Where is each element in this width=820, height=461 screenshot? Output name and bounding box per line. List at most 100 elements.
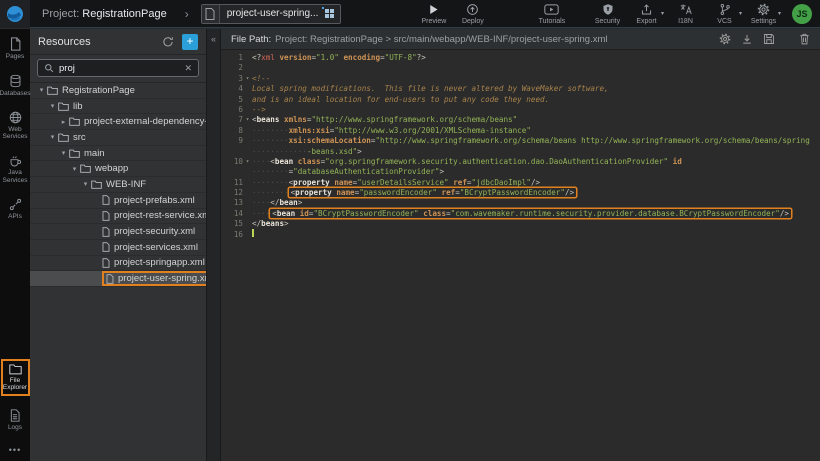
line-number: 15 [221,219,243,229]
security-button[interactable]: Security [591,3,624,25]
code-line[interactable]: 3▾<!-- [221,74,820,84]
code-text [252,229,254,241]
code-line[interactable]: 13····</bean> [221,198,820,208]
file-actions [719,33,810,45]
open-file-tab[interactable]: project-user-spring... [201,4,342,24]
code-text: ········="databaseAuthenticationProvider… [252,167,444,177]
fold-arrow-icon[interactable]: ▾ [243,157,252,167]
code-text: <?xml version="1.0" encoding="UTF-8"?> [252,53,426,63]
save-icon[interactable] [763,33,775,45]
folder-icon [69,117,80,126]
code-line[interactable]: 6--> [221,105,820,115]
code-line[interactable]: 12········<property name="passwordEncode… [221,188,820,198]
folder-icon [58,102,69,111]
export-button[interactable]: ▾ Export [630,3,663,25]
tree-item-label: project-security.xml [114,226,195,237]
sidebar-item-file-explorer[interactable]: File Explorer [1,359,30,397]
tree-item[interactable]: ▾webapp [30,161,206,177]
sidebar-item-databases[interactable]: Databases [0,74,30,98]
sidebar-item-apis[interactable]: APIs [0,198,30,221]
sidebar-item-java-services[interactable]: Java Services [0,154,30,185]
tree-item[interactable]: project-rest-service.xml [30,209,206,225]
file-icon [102,227,110,237]
file-path-prefix: File Path: [231,34,271,45]
fold-arrow-icon[interactable]: ▾ [243,115,252,125]
code-line[interactable]: 15</beans> [221,219,820,229]
code-line[interactable]: 7▾<beans xmlns="http://www.springframewo… [221,115,820,125]
folder-icon [91,180,102,189]
code-line[interactable]: ········="databaseAuthenticationProvider… [221,167,820,177]
expand-arrow-icon[interactable]: ▾ [47,102,58,110]
editor-settings-gear-icon[interactable] [719,33,731,45]
download-icon[interactable] [741,33,753,45]
code-text: --> [252,105,266,115]
tutorials-button[interactable]: Tutorials [535,3,568,25]
project-breadcrumb: Project:RegistrationPage [42,8,167,20]
tree-item[interactable]: project-user-spring.xml [30,271,206,287]
clear-search-icon[interactable]: ✕ [184,63,192,74]
fold-arrow-icon[interactable]: ▾ [243,74,252,84]
refresh-icon[interactable] [162,36,174,48]
expand-arrow-icon[interactable]: ▾ [58,149,69,157]
expand-arrow-icon[interactable]: ▾ [69,165,80,173]
code-line[interactable]: 2 [221,63,820,73]
code-text: ············-beans.xsd"> [252,147,362,157]
more-menu-button[interactable]: ••• [9,445,21,455]
database-icon [9,74,22,88]
tree-item[interactable]: project-security.xml [30,224,206,240]
code-line[interactable]: 4Local spring modifications. This file i… [221,84,820,94]
preview-button[interactable]: Preview [417,3,450,25]
deploy-button[interactable]: Deploy [456,3,489,25]
sidebar-item-web-services[interactable]: Web Services [0,111,30,142]
file-icon [102,195,110,205]
user-avatar[interactable]: JS [792,4,812,24]
code-line[interactable]: 5and is an ideal location for end-users … [221,95,820,105]
tree-item-label: project-springapp.xml [114,257,205,268]
tree-item[interactable]: ▾ main [30,146,206,162]
tree-item[interactable]: project-prefabs.xml [30,193,206,209]
tree-item[interactable]: ▾WEB-INF [30,177,206,193]
settings-button[interactable]: ▾ Settings [747,3,780,25]
code-text: ····</bean> [252,198,302,208]
tab-label: project-user-spring... [220,8,326,19]
tree-item[interactable]: ▾ RegistrationPage [30,83,206,99]
grid-icon[interactable] [325,9,334,18]
export-icon [640,3,653,16]
tree-item[interactable]: project-services.xml [30,240,206,256]
tree-item-label: project-rest-service.xml [114,210,206,221]
i18n-button[interactable]: I18N [669,3,702,25]
tree-item-label: main [84,148,105,159]
sidebar-item-logs[interactable]: Logs [0,409,30,432]
tree-item-label: RegistrationPage [62,85,135,96]
folder-icon [47,86,58,95]
code-line[interactable]: 14····<bean id="BCryptPasswordEncoder" c… [221,209,820,219]
app-logo[interactable] [0,0,30,28]
code-line[interactable]: 9········xsi:schemaLocation="http://www.… [221,136,820,146]
code-text: ········<property name="userDetailsServi… [252,178,540,188]
collapse-arrow-icon[interactable]: ▸ [58,118,69,126]
tree-item[interactable]: ▾lib [30,99,206,115]
expand-arrow-icon[interactable]: ▾ [36,86,47,94]
sidebar-item-pages[interactable]: Pages [0,37,30,61]
tree-item[interactable]: ▸project-external-dependency-jars [30,114,206,130]
expand-arrow-icon[interactable]: ▾ [47,133,58,141]
line-number: 9 [221,136,243,146]
add-resource-button[interactable]: + [182,34,198,50]
code-editor[interactable]: 1<?xml version="1.0" encoding="UTF-8"?>2… [221,50,820,240]
expand-arrow-icon[interactable]: ▾ [80,180,91,188]
tree-item[interactable]: project-springapp.xml [30,256,206,272]
collapse-panel-strip[interactable]: « [207,29,221,461]
delete-trash-icon[interactable] [799,33,810,45]
code-line[interactable]: 11········<property name="userDetailsSer… [221,178,820,188]
vcs-button[interactable]: ▾ VCS [708,3,741,25]
page-icon [9,37,22,51]
code-line[interactable]: 10▾····<bean class="org.springframework.… [221,157,820,167]
tree-item[interactable]: ▾src [30,130,206,146]
top-bar: Project:RegistrationPage › project-user-… [0,0,820,28]
code-line[interactable]: ············-beans.xsd"> [221,147,820,157]
code-line[interactable]: 16 [221,230,820,240]
line-number: 12 [221,188,243,198]
search-input[interactable]: proj ✕ [37,59,199,77]
code-line[interactable]: 1<?xml version="1.0" encoding="UTF-8"?> [221,53,820,63]
code-line[interactable]: 8········xmlns:xsi="http://www.w3.org/20… [221,126,820,136]
